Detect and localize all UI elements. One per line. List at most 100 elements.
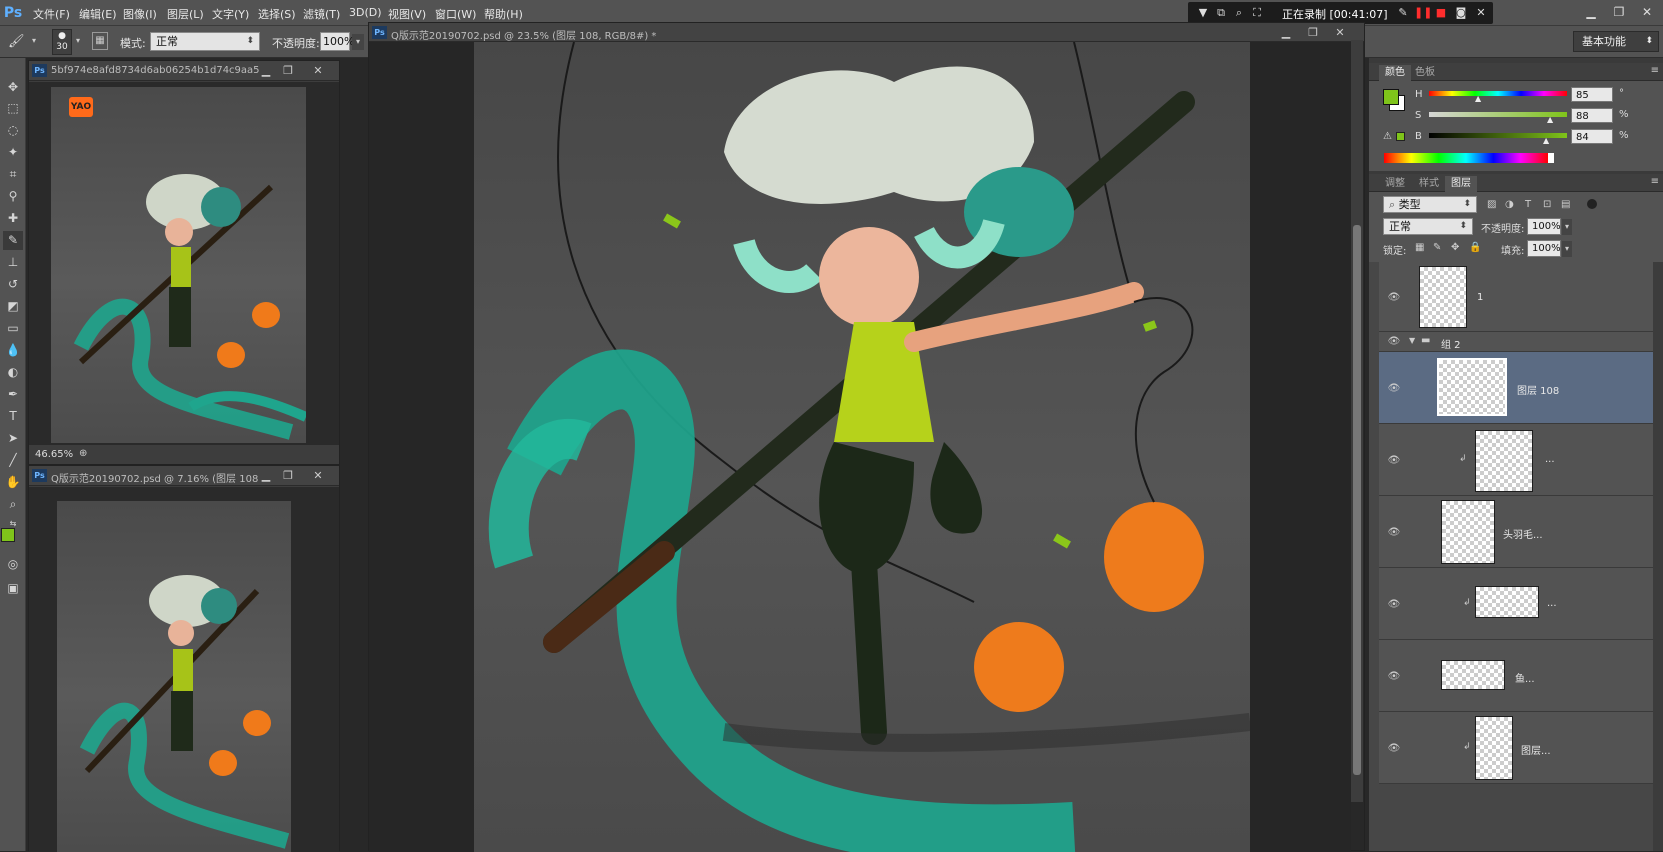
healing-brush-tool-icon[interactable]: ✚ (3, 209, 23, 228)
lock-all-icon[interactable]: 🔒 (1469, 242, 1481, 253)
tab-color[interactable]: 颜色 (1379, 65, 1411, 81)
zoom-tool-icon[interactable]: ⌕ (3, 495, 23, 514)
brush-picker-arrow-icon[interactable]: ▾ (76, 36, 80, 45)
pen-icon[interactable]: ✎ (1396, 6, 1410, 20)
foreground-color-swatch[interactable] (1383, 89, 1399, 105)
layer-row[interactable]: 👁 ↲ ... (1379, 568, 1663, 640)
painting-canvas[interactable] (474, 42, 1250, 852)
panel-menu-icon[interactable]: ≡ (1651, 65, 1659, 76)
crop-tool-icon[interactable]: ⌗ (3, 165, 23, 184)
mode-dropdown[interactable]: 正常 ⬍ (150, 32, 260, 51)
scrollbar-thumb[interactable] (1353, 225, 1361, 775)
pause-icon[interactable]: ❚❚ (1414, 6, 1432, 20)
color-spectrum-bar[interactable] (1384, 153, 1548, 163)
close-window-icon[interactable]: ✕ (1636, 3, 1658, 21)
fullscreen-icon[interactable]: ⛶ (1250, 6, 1264, 20)
restore-icon[interactable]: ❐ (279, 63, 297, 79)
opacity-input[interactable]: 100% (320, 32, 354, 51)
hue-slider[interactable] (1429, 91, 1567, 96)
lock-pixels-icon[interactable]: ✎ (1433, 242, 1441, 253)
layer-group-row[interactable]: 👁 ▼ ▬ 组 2 (1379, 332, 1663, 352)
s-input[interactable]: 88 (1571, 108, 1613, 123)
layer-list[interactable]: 👁 1 👁 ▼ ▬ 组 2 👁 图层 108 👁 ↲ ... 👁 头羽毛... (1369, 262, 1663, 851)
menu-filter[interactable]: 滤镜(T) (303, 6, 340, 22)
fill-input[interactable]: 100% (1527, 240, 1561, 257)
dodge-tool-icon[interactable]: ◐ (3, 363, 23, 382)
visibility-eye-icon[interactable]: 👁 (1387, 599, 1401, 610)
visibility-eye-icon[interactable]: 👁 (1387, 671, 1401, 682)
menu-layer[interactable]: 图层(L) (167, 6, 204, 22)
visibility-eye-icon[interactable]: 👁 (1387, 527, 1401, 538)
slider-thumb-icon[interactable]: ▲ (1475, 94, 1481, 103)
layer-row[interactable]: 👁 1 (1379, 262, 1663, 332)
quick-mask-icon[interactable]: ◎ (3, 555, 23, 574)
share-icon[interactable]: ⊕ (79, 448, 87, 459)
layers-scrollbar[interactable] (1653, 262, 1663, 851)
gradient-tool-icon[interactable]: ▭ (3, 319, 23, 338)
layer-row-selected[interactable]: 👁 图层 108 (1379, 352, 1663, 424)
lock-transparency-icon[interactable]: ▦ (1415, 242, 1424, 253)
opacity-arrow-icon[interactable]: ▾ (352, 34, 364, 50)
document-canvas[interactable]: YAO (29, 82, 339, 444)
window-icon[interactable]: ⧉ (1214, 6, 1228, 20)
restore-icon[interactable]: ❐ (1304, 25, 1322, 41)
tool-preset-arrow-icon[interactable]: ▾ (32, 36, 36, 45)
workspace-switcher[interactable]: 基本功能 ⬍ (1573, 31, 1659, 52)
layer-filter-dropdown[interactable]: ⌕ 类型 ⬍ (1383, 196, 1477, 213)
smart-object-filter-icon[interactable]: ▤ (1561, 199, 1570, 210)
brush-tool-icon[interactable]: 🖌 (8, 34, 25, 49)
document-tab[interactable]: Ps Q版示范20190702.psd @ 7.16% (图层 108, ...… (29, 466, 339, 486)
tab-layers[interactable]: 图层 (1445, 176, 1477, 192)
foreground-color-swatch[interactable] (1, 528, 15, 542)
layer-row[interactable]: 👁 ↲ ... (1379, 424, 1663, 496)
filter-toggle-icon[interactable] (1587, 199, 1597, 209)
b-input[interactable]: 84 (1571, 129, 1613, 144)
layer-row[interactable]: 👁 ↲ 图层... (1379, 712, 1663, 784)
visibility-eye-icon[interactable]: 👁 (1387, 336, 1401, 347)
brush-panel-icon[interactable]: ▦ (92, 32, 108, 50)
close-icon[interactable]: ✕ (309, 468, 327, 484)
stop-icon[interactable]: ■ (1434, 6, 1448, 20)
hand-tool-icon[interactable]: ✋ (3, 473, 23, 492)
menu-edit[interactable]: 编辑(E) (79, 6, 117, 22)
close-icon[interactable]: ✕ (309, 63, 327, 79)
main-canvas[interactable] (369, 42, 1351, 852)
close-icon[interactable]: ✕ (1474, 6, 1488, 20)
minimize-icon[interactable]: ▁ (257, 468, 275, 484)
blur-tool-icon[interactable]: 💧 (3, 341, 23, 360)
h-input[interactable]: 85 (1571, 87, 1613, 102)
type-tool-icon[interactable]: T (3, 407, 23, 426)
document-tab[interactable]: Ps 5bf974e8afd8734d6ab06254b1d74c9aa57..… (29, 61, 339, 81)
layer-opacity-input[interactable]: 100% (1527, 218, 1561, 235)
menu-type[interactable]: 文字(Y) (212, 6, 249, 22)
menu-file[interactable]: 文件(F) (33, 6, 70, 22)
slider-thumb-icon[interactable]: ▲ (1543, 136, 1549, 145)
line-tool-icon[interactable]: ╱ (3, 451, 23, 470)
tab-styles[interactable]: 样式 (1413, 176, 1445, 192)
dropdown-icon[interactable]: ▼ (1196, 6, 1210, 20)
menu-help[interactable]: 帮助(H) (484, 6, 523, 22)
restore-icon[interactable]: ❐ (1608, 3, 1630, 21)
eyedropper-tool-icon[interactable]: ⚲ (3, 187, 23, 206)
expand-arrow-icon[interactable]: ▼ (1409, 336, 1415, 345)
visibility-eye-icon[interactable]: 👁 (1387, 292, 1401, 303)
path-selection-tool-icon[interactable]: ➤ (3, 429, 23, 448)
layer-row[interactable]: 👁 鱼... (1379, 640, 1663, 712)
eraser-tool-icon[interactable]: ◩ (3, 297, 23, 316)
restore-icon[interactable]: ❐ (279, 468, 297, 484)
menu-image[interactable]: 图像(I) (123, 6, 157, 22)
tab-swatches[interactable]: 色板 (1409, 65, 1441, 81)
brush-size-picker[interactable]: ● 30 (52, 29, 72, 55)
minimize-icon[interactable]: ▁ (257, 63, 275, 79)
spectrum-white[interactable] (1548, 153, 1554, 163)
lock-position-icon[interactable]: ✥ (1451, 242, 1459, 253)
gamut-swatch[interactable] (1396, 132, 1405, 141)
adjustment-filter-icon[interactable]: ◑ (1505, 199, 1514, 210)
screen-mode-icon[interactable]: ▣ (3, 579, 23, 598)
menu-view[interactable]: 视图(V) (388, 6, 426, 22)
move-tool-icon[interactable]: ✥ (3, 78, 23, 97)
lasso-tool-icon[interactable]: ◌ (3, 121, 23, 140)
document-canvas[interactable] (29, 487, 339, 852)
clone-stamp-tool-icon[interactable]: ⊥ (3, 253, 23, 272)
pixel-filter-icon[interactable]: ▨ (1487, 199, 1496, 210)
